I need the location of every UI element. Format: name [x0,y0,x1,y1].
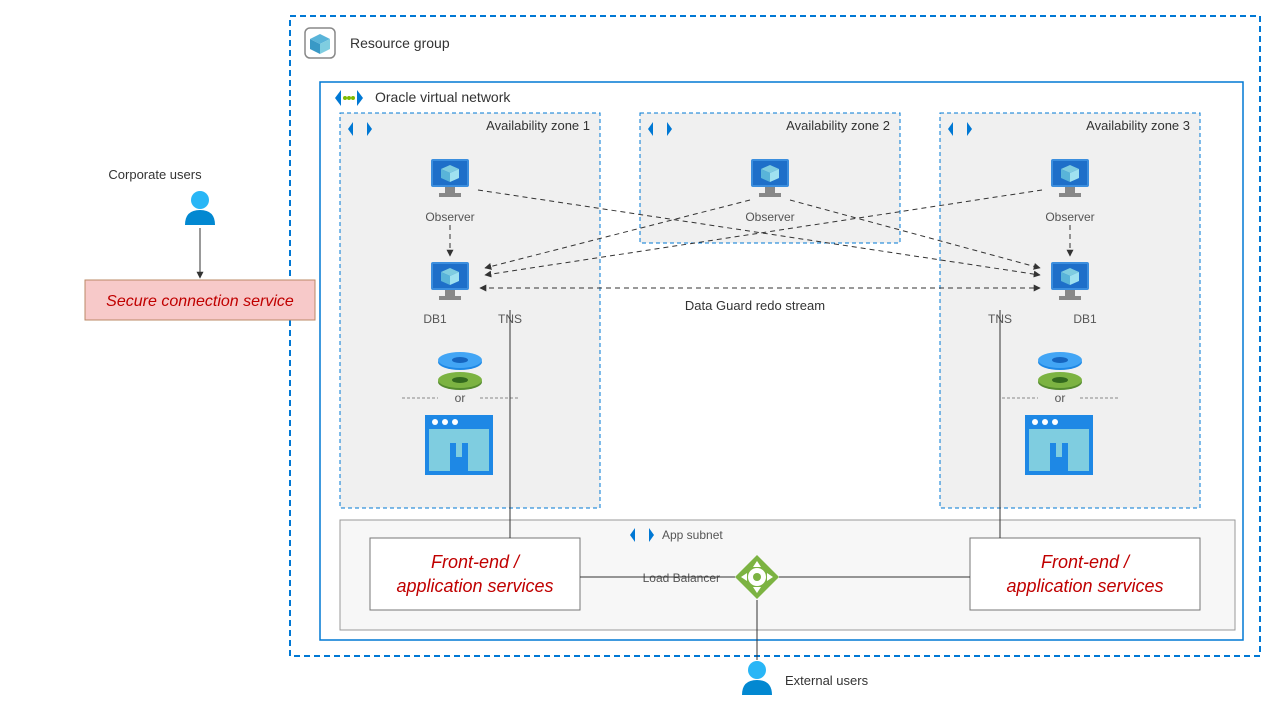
az1-observer-label: Observer [425,210,474,224]
frontend-left-box [370,538,580,610]
az3-or-label: or [1055,391,1066,405]
frontend-left-l1: Front-end / [431,552,521,572]
az2-observer-label: Observer [745,210,794,224]
external-users-label: External users [785,673,869,688]
az1-or-label: or [455,391,466,405]
cube-icon [305,28,335,58]
vnet-icon [335,90,363,106]
frontend-right-l1: Front-end / [1041,552,1131,572]
app-subnet-label: App subnet [662,528,723,542]
dataguard-label: Data Guard redo stream [685,298,825,313]
az2-label: Availability zone 2 [786,118,890,133]
external-user-icon [742,661,772,695]
az1-netapp-icon [425,415,493,475]
az3-db-label: DB1 [1073,312,1097,326]
frontend-right-box [970,538,1200,610]
resource-group-label: Resource group [350,35,450,51]
az3-netapp-icon [1025,415,1093,475]
user-icon [185,191,215,225]
vnet-label: Oracle virtual network [375,89,511,105]
secure-service-label: Secure connection service [106,293,294,310]
az1-db-label: DB1 [423,312,447,326]
corporate-users-label: Corporate users [108,167,202,182]
frontend-left-l2: application services [396,576,553,596]
az3-observer-label: Observer [1045,210,1094,224]
frontend-right-l2: application services [1006,576,1163,596]
lb-label: Load Balancer [643,571,720,585]
az1-label: Availability zone 1 [486,118,590,133]
az3-label: Availability zone 3 [1086,118,1190,133]
